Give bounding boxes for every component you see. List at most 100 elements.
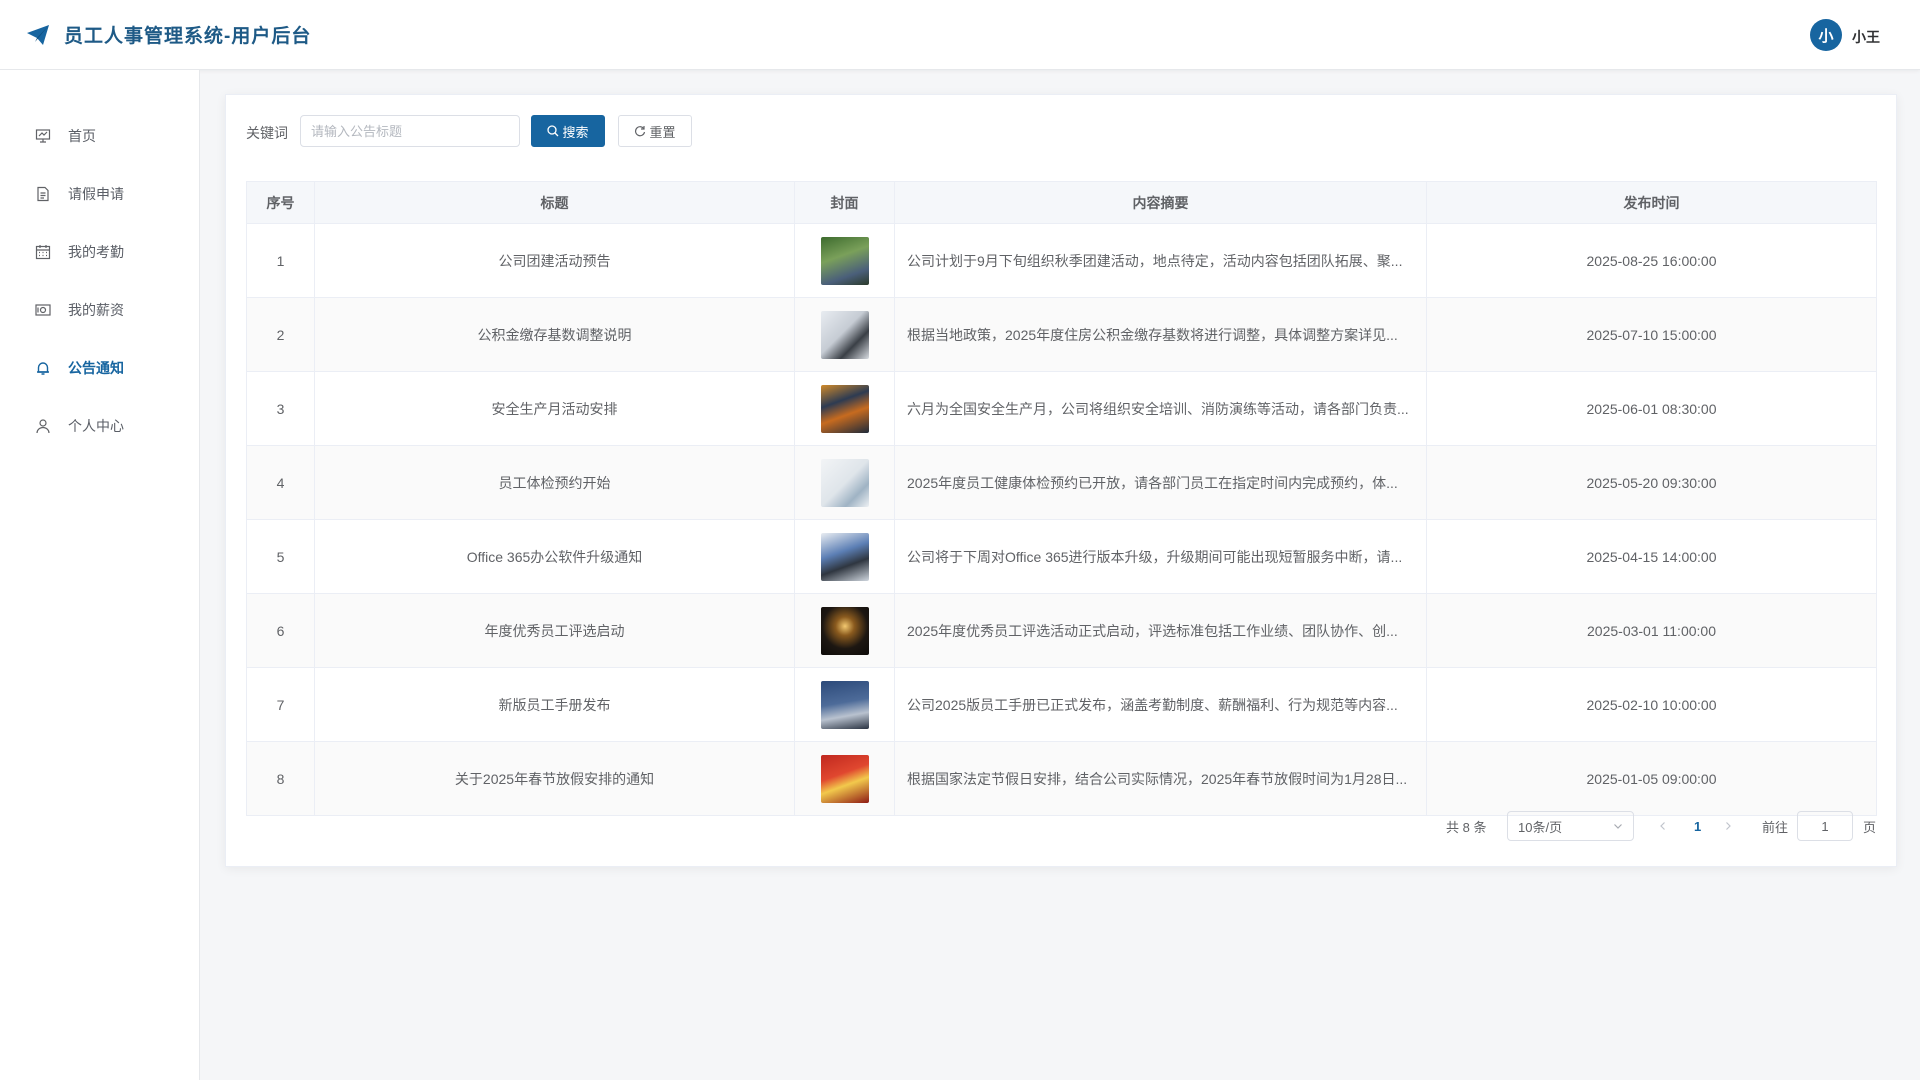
row-index: 7 <box>246 667 315 742</box>
table-row[interactable]: 4 员工体检预约开始 2025年度员工健康体检预约已开放，请各部门员工在指定时间… <box>246 445 1877 520</box>
table-row[interactable]: 3 安全生产月活动安排 六月为全国安全生产月，公司将组织安全培训、消防演练等活动… <box>246 371 1877 446</box>
row-title: Office 365办公软件升级通知 <box>314 519 795 594</box>
username[interactable]: 小王 <box>1852 27 1880 47</box>
paper-plane-icon <box>27 25 49 45</box>
row-time: 2025-02-10 10:00:00 <box>1426 667 1877 742</box>
cover-image[interactable] <box>820 236 869 285</box>
sidebar-item-leave-request[interactable]: 请假申请 <box>0 174 199 214</box>
presentation-board-icon <box>34 127 52 145</box>
search-button-label: 搜索 <box>562 124 589 140</box>
chevron-right-icon <box>1726 822 1731 830</box>
row-summary: 公司计划于9月下旬组织秋季团建活动，地点待定，活动内容包括团队拓展、聚... <box>894 223 1427 298</box>
search-icon <box>547 125 559 137</box>
announcement-card: 关键词 搜索 重置 序号 标题 封面 内容摘要 发布时间 1 公司团建活动预告 <box>225 94 1897 867</box>
prev-page-button[interactable] <box>1658 811 1668 841</box>
row-index: 4 <box>246 445 315 520</box>
cover-image[interactable] <box>820 754 869 803</box>
sidebar-item-attendance[interactable]: 我的考勤 <box>0 232 199 272</box>
row-summary: 根据当地政策，2025年度住房公积金缴存基数将进行调整，具体调整方案详见... <box>894 297 1427 372</box>
calendar-icon <box>34 243 52 261</box>
keyword-label: 关键词 <box>246 125 288 141</box>
sidebar-item-announcements[interactable]: 公告通知 <box>0 348 199 388</box>
row-index: 6 <box>246 593 315 668</box>
row-time: 2025-04-15 14:00:00 <box>1426 519 1877 594</box>
row-cover <box>794 519 895 594</box>
table-row[interactable]: 6 年度优秀员工评选启动 2025年度优秀员工评选活动正式启动，评选标准包括工作… <box>246 593 1877 668</box>
cover-image[interactable] <box>820 606 869 655</box>
table-row[interactable]: 5 Office 365办公软件升级通知 公司将于下周对Office 365进行… <box>246 519 1877 594</box>
page-size-value: 10条/页 <box>1518 819 1563 835</box>
row-time: 2025-08-25 16:00:00 <box>1426 223 1877 298</box>
row-summary: 根据国家法定节假日安排，结合公司实际情况，2025年春节放假时间为1月28日..… <box>894 741 1427 816</box>
cover-image[interactable] <box>820 310 869 359</box>
row-summary: 公司将于下周对Office 365进行版本升级，升级期间可能出现短暂服务中断，请… <box>894 519 1427 594</box>
goto-page-input[interactable]: 1 <box>1797 811 1853 841</box>
sidebar-item-profile[interactable]: 个人中心 <box>0 406 199 446</box>
column-header-index: 序号 <box>246 181 315 224</box>
row-cover <box>794 667 895 742</box>
column-header-title: 标题 <box>314 181 795 224</box>
row-title: 关于2025年春节放假安排的通知 <box>314 741 795 816</box>
row-time: 2025-01-05 09:00:00 <box>1426 741 1877 816</box>
column-header-time: 发布时间 <box>1426 181 1877 224</box>
column-header-cover: 封面 <box>794 181 895 224</box>
sidebar-item-label: 公告通知 <box>68 360 124 376</box>
row-cover <box>794 741 895 816</box>
avatar[interactable]: 小 <box>1810 19 1842 51</box>
sidebar-item-salary[interactable]: 我的薪资 <box>0 290 199 330</box>
sidebar-item-label: 我的薪资 <box>68 302 124 318</box>
cover-image[interactable] <box>820 532 869 581</box>
chevron-down-icon <box>1614 824 1622 829</box>
row-cover <box>794 297 895 372</box>
goto-label: 前往 <box>1762 819 1789 835</box>
top-header: 员工人事管理系统-用户后台 小 小王 <box>0 0 1920 70</box>
row-title: 公积金缴存基数调整说明 <box>314 297 795 372</box>
sidebar-item-label: 首页 <box>68 128 96 144</box>
table-row[interactable]: 1 公司团建活动预告 公司计划于9月下旬组织秋季团建活动，地点待定，活动内容包括… <box>246 223 1877 298</box>
pagination-total: 共 8 条 <box>1446 819 1487 835</box>
table-row[interactable]: 2 公积金缴存基数调整说明 根据当地政策，2025年度住房公积金缴存基数将进行调… <box>246 297 1877 372</box>
row-summary: 2025年度员工健康体检预约已开放，请各部门员工在指定时间内完成预约，体... <box>894 445 1427 520</box>
table-header-row: 序号 标题 封面 内容摘要 发布时间 <box>246 181 1877 224</box>
page-size-select[interactable]: 10条/页 <box>1507 811 1634 841</box>
chevron-left-icon <box>1660 822 1665 830</box>
row-cover <box>794 445 895 520</box>
row-index: 3 <box>246 371 315 446</box>
row-title: 员工体检预约开始 <box>314 445 795 520</box>
search-button[interactable]: 搜索 <box>531 115 605 147</box>
bell-icon <box>34 359 52 377</box>
row-title: 安全生产月活动安排 <box>314 371 795 446</box>
reset-button[interactable]: 重置 <box>618 115 692 147</box>
row-index: 1 <box>246 223 315 298</box>
row-cover <box>794 593 895 668</box>
app-title: 员工人事管理系统-用户后台 <box>64 26 312 47</box>
row-title: 公司团建活动预告 <box>314 223 795 298</box>
keyword-input[interactable] <box>300 115 520 147</box>
cover-image[interactable] <box>820 680 869 729</box>
row-title: 新版员工手册发布 <box>314 667 795 742</box>
row-index: 5 <box>246 519 315 594</box>
money-icon <box>34 301 52 319</box>
row-summary: 2025年度优秀员工评选活动正式启动，评选标准包括工作业绩、团队协作、创... <box>894 593 1427 668</box>
document-icon <box>34 185 52 203</box>
sidebar-item-label: 个人中心 <box>68 418 124 434</box>
row-cover <box>794 223 895 298</box>
row-time: 2025-05-20 09:30:00 <box>1426 445 1877 520</box>
table-row[interactable]: 8 关于2025年春节放假安排的通知 根据国家法定节假日安排，结合公司实际情况，… <box>246 741 1877 816</box>
row-summary: 公司2025版员工手册已正式发布，涵盖考勤制度、薪酬福利、行为规范等内容... <box>894 667 1427 742</box>
row-summary: 六月为全国安全生产月，公司将组织安全培训、消防演练等活动，请各部门负责... <box>894 371 1427 446</box>
goto-unit-label: 页 <box>1863 819 1877 835</box>
page-number-1[interactable]: 1 <box>1694 811 1701 841</box>
cover-image[interactable] <box>820 458 869 507</box>
row-time: 2025-03-01 11:00:00 <box>1426 593 1877 668</box>
column-header-summary: 内容摘要 <box>894 181 1427 224</box>
user-icon <box>34 417 52 435</box>
row-time: 2025-07-10 15:00:00 <box>1426 297 1877 372</box>
next-page-button[interactable] <box>1723 811 1733 841</box>
sidebar-item-home[interactable]: 首页 <box>0 116 199 156</box>
announcement-table: 序号 标题 封面 内容摘要 发布时间 1 公司团建活动预告 公司计划于9月下旬组… <box>246 181 1877 816</box>
row-cover <box>794 371 895 446</box>
cover-image[interactable] <box>820 384 869 433</box>
table-row[interactable]: 7 新版员工手册发布 公司2025版员工手册已正式发布，涵盖考勤制度、薪酬福利、… <box>246 667 1877 742</box>
sidebar-item-label: 请假申请 <box>68 186 124 202</box>
